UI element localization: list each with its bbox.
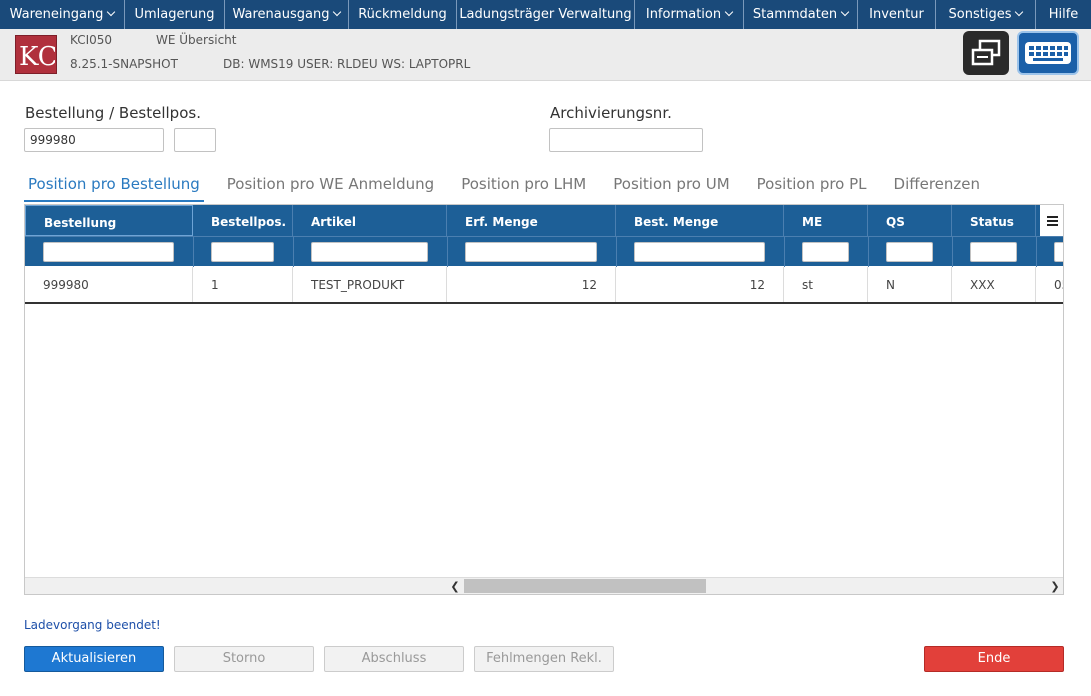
positions-grid: Bestellung Bestellpos. Artikel Erf. Meng… [24, 204, 1064, 595]
menu-label: Ladungsträger Verwaltung [459, 7, 632, 22]
menu-label: Information [645, 7, 722, 22]
menu-stammdaten[interactable]: Stammdaten [744, 0, 858, 29]
menu-label: Wareneingang [9, 7, 104, 22]
window-switch-icon [971, 39, 1001, 66]
filter-artikel-input[interactable] [311, 242, 428, 262]
program-title: WE Übersicht [156, 33, 237, 47]
cell-status: XXX [952, 267, 1036, 302]
horizontal-scrollbar[interactable]: ❮ ❯ [25, 577, 1063, 594]
menu-inventur[interactable]: Inventur [858, 0, 936, 29]
menu-label: Stammdaten [752, 7, 838, 22]
column-header-artikel[interactable]: Artikel [293, 205, 447, 236]
order-label: Bestellung / Bestellpos. [25, 104, 201, 122]
menu-label: Hilfe [1048, 7, 1079, 22]
archive-number-input[interactable] [549, 128, 703, 152]
menu-umlagerung[interactable]: Umlagerung [125, 0, 225, 29]
status-message: Ladevorgang beendet! [24, 618, 161, 632]
cell-me: st [784, 267, 868, 302]
keyboard-button[interactable] [1017, 31, 1079, 75]
cell-artikel: TEST_PRODUKT [293, 267, 447, 302]
scrollbar-thumb[interactable] [464, 579, 706, 593]
chevron-right-icon[interactable]: ❯ [1047, 578, 1063, 594]
menu-ladungstraeger-verwaltung[interactable]: Ladungsträger Verwaltung [457, 0, 635, 29]
cell-qs: N [868, 267, 952, 302]
filter-erf-menge-input[interactable] [465, 242, 597, 262]
abschluss-button[interactable]: Abschluss [324, 646, 464, 672]
svg-text:KC: KC [19, 42, 55, 72]
order-number-input[interactable] [24, 128, 164, 152]
chevron-down-icon [840, 7, 850, 17]
grid-menu-icon[interactable] [1040, 205, 1063, 236]
menu-rueckmeldung[interactable]: Rückmeldung [349, 0, 457, 29]
column-header-status[interactable]: Status [952, 205, 1036, 236]
column-divider [952, 237, 953, 267]
chevron-down-icon [107, 7, 116, 17]
kc-logo-icon: KC [19, 42, 55, 72]
window-switch-button[interactable] [963, 31, 1009, 75]
filter-best-menge-input[interactable] [634, 242, 765, 262]
tab-bar: Position pro Bestellung Position pro WE … [24, 172, 1003, 202]
chevron-left-icon[interactable]: ❮ [447, 578, 463, 594]
column-header-me[interactable]: ME [784, 205, 868, 236]
column-header-bestellung[interactable]: Bestellung [25, 205, 193, 236]
filter-bestellpos-input[interactable] [211, 242, 274, 262]
column-header-erf-menge[interactable]: Erf. Menge [447, 205, 616, 236]
archive-label: Archivierungsnr. [550, 104, 672, 122]
column-divider [1036, 237, 1037, 267]
filter-me-input[interactable] [802, 242, 849, 262]
tab-position-pro-um[interactable]: Position pro UM [609, 172, 733, 202]
chevron-down-icon [333, 7, 342, 17]
tab-position-pro-bestellung[interactable]: Position pro Bestellung [24, 172, 204, 202]
shortage-complaint-button[interactable]: Fehlmengen Rekl. [474, 646, 614, 672]
session-info: DB: WMS19 USER: RLDEU WS: LAPTOPRL [223, 57, 471, 71]
program-code: KCI050 [70, 33, 113, 47]
menu-sonstiges[interactable]: Sonstiges [936, 0, 1036, 29]
tab-position-pro-pl[interactable]: Position pro PL [753, 172, 871, 202]
column-divider [193, 237, 194, 267]
end-button[interactable]: Ende [924, 646, 1064, 672]
filter-row [25, 236, 1063, 267]
main-menu-bar: Wareneingang Umlagerung Warenausgang Rüc… [0, 0, 1091, 29]
filter-bestellung-input[interactable] [43, 242, 174, 262]
cell-overflow: 05 [1054, 278, 1063, 292]
column-header-best-menge[interactable]: Best. Menge [616, 205, 784, 236]
keyboard-icon [1025, 42, 1071, 64]
company-logo: KC [15, 35, 57, 74]
order-position-input[interactable] [174, 128, 216, 152]
tab-position-pro-lhm[interactable]: Position pro LHM [457, 172, 590, 202]
cell-best-menge: 12 [616, 267, 784, 302]
grid-header: Bestellung Bestellpos. Artikel Erf. Meng… [25, 205, 1063, 267]
menu-label: Umlagerung [134, 7, 215, 22]
column-header-bestellpos[interactable]: Bestellpos. [193, 205, 293, 236]
column-divider [447, 237, 448, 267]
menu-label: Rückmeldung [358, 7, 447, 22]
column-header-qs[interactable]: QS [868, 205, 952, 236]
chevron-down-icon [724, 7, 734, 17]
cell-bestellpos: 1 [193, 267, 293, 302]
table-row[interactable]: 999980 1 TEST_PRODUKT 12 12 st N XXX 05 [25, 267, 1063, 304]
chevron-down-icon [1015, 7, 1024, 17]
filter-qs-input[interactable] [886, 242, 933, 262]
column-divider [784, 237, 785, 267]
column-divider [616, 237, 617, 267]
menu-label: Sonstiges [948, 7, 1012, 22]
tab-position-pro-we-anmeldung[interactable]: Position pro WE Anmeldung [223, 172, 438, 202]
menu-label: Warenausgang [232, 7, 330, 22]
column-divider [868, 237, 869, 267]
menu-warenausgang[interactable]: Warenausgang [225, 0, 349, 29]
refresh-button[interactable]: Aktualisieren [24, 646, 164, 672]
version-label: 8.25.1-SNAPSHOT [70, 57, 178, 71]
menu-wareneingang[interactable]: Wareneingang [0, 0, 125, 29]
storno-button[interactable]: Storno [174, 646, 314, 672]
menu-information[interactable]: Information [635, 0, 744, 29]
cell-bestellung: 999980 [25, 267, 193, 302]
filter-next-column-input[interactable] [1054, 242, 1063, 262]
app-header: KC KCI050 WE Übersicht 8.25.1-SNAPSHOT D… [0, 29, 1091, 81]
tab-differenzen[interactable]: Differenzen [890, 172, 984, 202]
column-divider [293, 237, 294, 267]
cell-erf-menge: 12 [447, 267, 616, 302]
menu-hilfe[interactable]: Hilfe [1036, 0, 1091, 29]
filter-status-input[interactable] [970, 242, 1017, 262]
menu-label: Inventur [869, 7, 924, 22]
